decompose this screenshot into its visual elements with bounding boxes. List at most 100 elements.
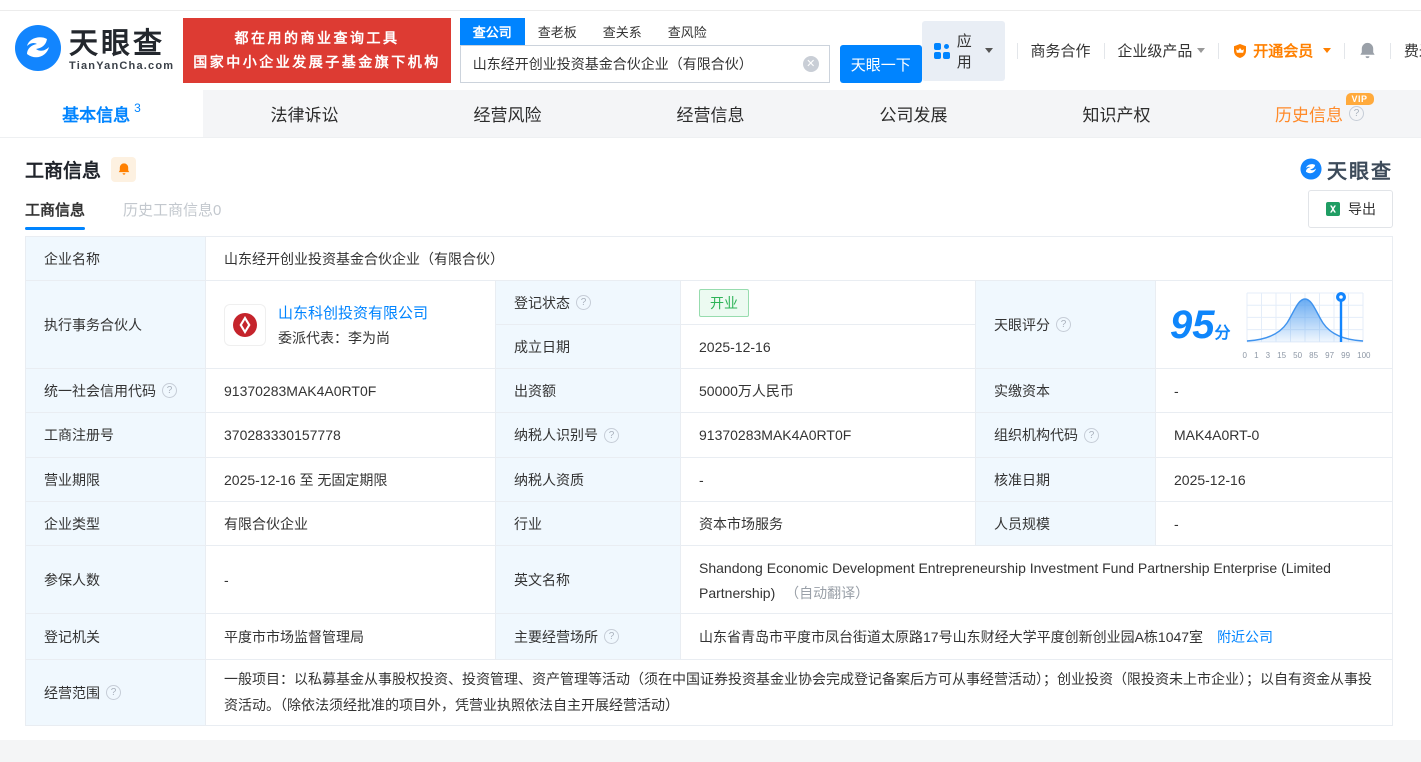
promo-banner-line1: 都在用的商业查询工具 [193,27,441,50]
logo-domain: TianYanCha.com [69,61,174,73]
field-value-business-term: 2025-12-16 至 无固定期限 [206,458,496,502]
help-icon[interactable]: ? [106,685,121,700]
field-label-contribution: 出资额 [496,369,681,413]
subscribe-bell-icon[interactable] [111,157,136,182]
chevron-down-icon [1197,48,1205,53]
field-value-credit-code: 91370283MAK4A0RT0F [206,369,496,413]
field-value-org-code: MAK4A0RT-0 [1156,413,1393,458]
crown-shield-icon [1232,43,1248,59]
field-label-paid-capital: 实缴资本 [976,369,1156,413]
tab-company-development[interactable]: 公司发展 [812,90,1015,137]
field-label-reg-status: 登记状态 ? [496,281,681,325]
vip-label: 开通会员 [1253,40,1313,61]
search-tab-relation[interactable]: 查关系 [590,18,655,45]
search-button[interactable]: 天眼一下 [840,45,922,83]
promo-banner: 都在用的商业查询工具 国家中小企业发展子基金旗下机构 [183,18,451,82]
search-row: ✕ 天眼一下 [460,45,922,83]
search-box: ✕ [460,45,830,83]
tab-basic-info-count: 3 [134,101,141,115]
help-icon[interactable]: ? [604,428,619,443]
search-input[interactable] [461,46,829,82]
tianyancha-logo-icon [14,24,62,77]
tab-intellectual-property[interactable]: 知识产权 [1015,90,1218,137]
score-axis-ticks: 0131550859799100 [1241,351,1373,360]
score-number: 95 [1170,303,1215,347]
field-label-credit-code: 统一社会信用代码 ? [26,369,206,413]
tab-operating-info[interactable]: 经营信息 [609,90,812,137]
reg-status-label: 登记状态 [514,293,570,313]
apps-menu[interactable]: 应用 [922,21,1005,81]
field-label-approval-date: 核准日期 [976,458,1156,502]
help-icon[interactable]: ? [604,629,619,644]
top-strip [0,0,1421,10]
business-info-table: 企业名称 山东经开创业投资基金合伙企业（有限合伙） 执行事务合伙人 山东科创投资… [25,236,1393,726]
notification-bell-icon[interactable] [1345,41,1390,60]
tianyancha-logo[interactable]: 天眼查 TianYanCha.com [14,24,174,77]
field-label-industry: 行业 [496,502,681,546]
clear-search-icon[interactable]: ✕ [803,56,819,72]
chevron-down-icon [985,48,993,53]
promo-banner-line2: 国家中小企业发展子基金旗下机构 [193,51,441,74]
help-icon[interactable]: ? [1056,317,1071,332]
header: 天眼查 TianYanCha.com 都在用的商业查询工具 国家中小企业发展子基… [0,10,1421,90]
tab-legal-litigation[interactable]: 法律诉讼 [203,90,406,137]
field-label-taxpayer-quality: 纳税人资质 [496,458,681,502]
field-value-address: 山东省青岛市平度市凤台街道太原路17号山东财经大学平度创新创业园A栋1047室 … [681,614,1393,660]
export-label: 导出 [1348,199,1376,219]
subtabs-row: 工商信息 历史工商信息0 导出 [25,184,1393,234]
apps-grid-icon [934,43,950,59]
menu-item-business-cooperation[interactable]: 商务合作 [1018,40,1104,61]
help-icon[interactable]: ? [1349,106,1364,121]
tab-history-info[interactable]: VIP 历史信息 ? [1218,90,1421,137]
auto-translate-note: （自动翻译） [785,585,869,601]
logo-text: 天眼查 TianYanCha.com [69,29,174,73]
field-label-executive-partner: 执行事务合伙人 [26,281,206,369]
field-label-business-scope: 经营范围 ? [26,660,206,726]
field-value-paid-capital: - [1156,369,1393,413]
field-label-insured-count: 参保人数 [26,546,206,614]
section-header: 工商信息 天眼查 [25,138,1393,184]
nearby-companies-link[interactable]: 附近公司 [1217,627,1273,647]
score-unit: 分 [1215,325,1231,342]
search-area: 查公司 查老板 查关系 查风险 ✕ 天眼一下 [460,18,922,83]
search-tab-risk[interactable]: 查风险 [655,18,720,45]
field-value-establish-date: 2025-12-16 [681,325,976,369]
watermark-text: 天眼查 [1327,155,1393,184]
menu-item-enterprise-product[interactable]: 企业级产品 [1104,40,1218,61]
logo-name: 天眼查 [69,29,174,59]
field-value-industry: 资本市场服务 [681,502,976,546]
tab-operating-risk[interactable]: 经营风险 [406,90,609,137]
help-icon[interactable]: ? [576,295,591,310]
help-icon[interactable]: ? [162,383,177,398]
partner-company-logo[interactable] [224,304,266,346]
subtab-business-info[interactable]: 工商信息 [25,185,85,234]
field-value-taxpayer-id: 91370283MAK4A0RT0F [681,413,976,458]
field-value-tyc-score[interactable]: 95分 [1156,281,1393,369]
field-label-english-name: 英文名称 [496,546,681,614]
user-menu[interactable]: 费米 [1391,40,1421,61]
export-button[interactable]: 导出 [1308,190,1393,228]
field-label-reg-authority: 登记机关 [26,614,206,660]
field-label-staff-size: 人员规模 [976,502,1156,546]
help-icon[interactable]: ? [1084,428,1099,443]
enterprise-product-label: 企业级产品 [1117,40,1192,61]
field-value-contribution: 50000万人民币 [681,369,976,413]
score-distribution-chart: 0131550859799100 [1241,289,1373,360]
field-label-tyc-score: 天眼评分 ? [976,281,1156,369]
address-text: 山东省青岛市平度市凤台街道太原路17号山东财经大学平度创新创业园A栋1047室 [699,627,1203,647]
apps-label: 应用 [957,30,973,72]
watermark-logo-icon [1300,158,1322,180]
field-label-org-code: 组织机构代码 ? [976,413,1156,458]
search-tab-company[interactable]: 查公司 [460,18,525,45]
subtab-history-business-info[interactable]: 历史工商信息0 [123,185,221,234]
section-title: 工商信息 [25,156,101,183]
search-tab-boss[interactable]: 查老板 [525,18,590,45]
chevron-down-icon [1323,48,1331,53]
tab-basic-info[interactable]: 基本信息 3 [0,90,203,137]
field-label-reg-number: 工商注册号 [26,413,206,458]
menu-item-vip[interactable]: 开通会员 [1219,40,1344,61]
search-tabs: 查公司 查老板 查关系 查风险 [460,18,922,45]
partner-company-link[interactable]: 山东科创投资有限公司 [278,305,428,322]
partner-info: 山东科创投资有限公司 委派代表：李为尚 [278,302,428,348]
vip-badge: VIP [1346,93,1374,105]
